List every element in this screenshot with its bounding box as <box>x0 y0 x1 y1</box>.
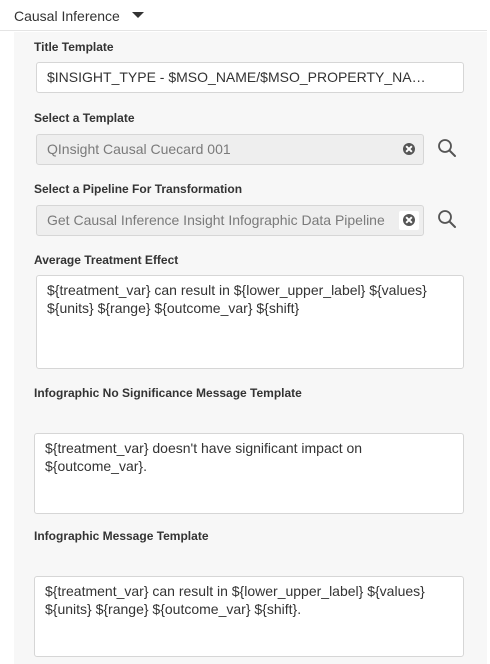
message-template-line-1: ${treatment_var} can result in ${lower_u… <box>45 583 425 599</box>
template-select-input[interactable]: QInsight Causal Cuecard 001 <box>36 134 424 165</box>
message-template-textarea[interactable]: ${treatment_var} can result in ${lower_u… <box>34 576 464 657</box>
title-template-label: Title Template <box>34 40 114 54</box>
message-template-label: Infographic Message Template <box>34 529 209 543</box>
clear-template-icon[interactable] <box>403 143 415 155</box>
no-significance-line-1: ${treatment_var} doesn't have significan… <box>45 440 363 456</box>
clear-pipeline-icon[interactable] <box>403 214 415 226</box>
ate-text-line-2: ${units} ${range} ${outcome_var} ${shift… <box>47 300 300 316</box>
title-template-input[interactable]: $INSIGHT_TYPE - $MSO_NAME/$MSO_PROPERTY_… <box>36 62 464 93</box>
search-template-icon[interactable] <box>436 137 458 159</box>
ate-textarea[interactable]: ${treatment_var} can result in ${lower_u… <box>36 275 464 369</box>
ate-label: Average Treatment Effect <box>34 253 179 267</box>
pipeline-select-label: Select a Pipeline For Transformation <box>34 182 243 196</box>
caret-down-icon[interactable] <box>132 12 144 18</box>
template-select-value: QInsight Causal Cuecard 001 <box>47 141 231 157</box>
no-significance-label: Infographic No Significance Message Temp… <box>34 386 302 400</box>
no-significance-textarea[interactable]: ${treatment_var} doesn't have significan… <box>34 433 464 514</box>
section-title: Causal Inference <box>14 8 120 24</box>
search-pipeline-icon[interactable] <box>436 208 458 230</box>
message-template-line-2: ${units} ${range} ${outcome_var} ${shift… <box>45 601 302 617</box>
pipeline-select-input[interactable]: Get Causal Inference Insight Infographic… <box>36 205 424 236</box>
pipeline-select-value: Get Causal Inference Insight Infographic… <box>47 212 385 228</box>
section-header[interactable]: Causal Inference <box>0 0 487 31</box>
title-template-value: $INSIGHT_TYPE - $MSO_NAME/$MSO_PROPERTY_… <box>47 69 453 85</box>
causal-inference-form: Causal Inference Title Template $INSIGHT… <box>0 0 490 664</box>
template-select-label: Select a Template <box>34 111 135 125</box>
ate-text-line-1: ${treatment_var} can result in ${lower_u… <box>47 282 427 298</box>
no-significance-line-2: ${outcome_var}. <box>45 458 147 474</box>
